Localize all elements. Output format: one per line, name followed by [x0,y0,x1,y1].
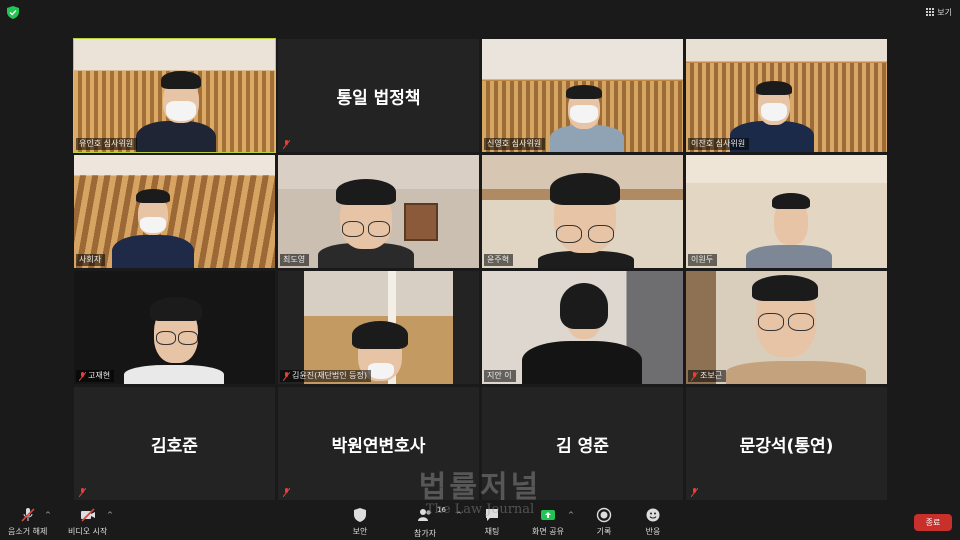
participant-tile-2[interactable]: 통일 법정책 [278,39,479,152]
participant-name-tag: 조보근 [688,370,727,382]
participant-display-name: 문강석(통연) [739,436,834,456]
share-options-caret-icon[interactable]: ^ [568,511,574,519]
security-shield-icon [7,6,19,19]
mic-muted-icon [21,508,35,522]
chat-button[interactable]: 채팅 [484,507,500,537]
chat-bubble-icon [486,509,498,521]
mic-muted-icon [79,371,86,381]
participant-display-name: 통일 법정책 [336,88,421,108]
record-icon [596,507,612,523]
share-screen-icon [540,510,555,520]
participant-name-tag: 김윤진(재단법인 등정) [280,370,372,382]
share-screen-button[interactable]: 화면 공유 [532,507,564,537]
participant-name-tag: 이찬호 심사위원 [688,138,750,150]
participants-count: 16 [437,506,446,514]
participant-tile-5[interactable]: 사회자 [74,155,275,268]
start-video-button[interactable]: 비디오 시작 [68,507,107,537]
unmute-button[interactable]: 음소거 해제 [8,507,47,537]
participants-icon [418,509,431,521]
participant-tile-11[interactable]: 지안 이 [482,271,683,384]
end-meeting-button[interactable]: 종료 [914,514,952,531]
participant-name-tag: 윤주혁 [484,254,514,266]
participants-button[interactable]: 16 참가자 [414,506,446,539]
participant-tile-7[interactable]: 윤주혁 [482,155,683,268]
view-button[interactable]: 보기 [926,5,952,19]
mic-muted-icon [691,488,698,497]
security-shield-icon [354,508,366,522]
participant-tile-6[interactable]: 최도영 [278,155,479,268]
participant-name-tag: 지안 이 [484,370,516,382]
participant-display-name: 김호준 [151,436,198,456]
participant-tile-12[interactable]: 조보근 [686,271,887,384]
emoji-reaction-icon [646,508,660,522]
participant-tile-15[interactable]: 김 영준 [482,387,683,500]
mic-muted-icon [691,371,698,381]
participant-display-name: 박원연변호사 [331,436,426,456]
mic-muted-icon [79,488,86,497]
participant-tile-16[interactable]: 문강석(통연) [686,387,887,500]
gallery-grid-icon [926,8,935,16]
reactions-button[interactable]: 반응 [645,507,661,537]
record-button[interactable]: 기록 [596,507,612,537]
security-button[interactable]: 보안 [352,507,368,537]
top-bar: 보기 [0,0,960,26]
mic-muted-icon [283,488,290,497]
participant-tile-3[interactable]: 신영호 심사위원 [482,39,683,152]
participant-tile-8[interactable]: 이원두 [686,155,887,268]
mic-muted-icon [283,140,290,149]
participant-name-tag: 고재현 [76,370,115,382]
participant-display-name: 김 영준 [556,436,609,456]
participant-name-tag: 유인호 심사위원 [76,138,138,150]
video-off-icon [80,508,95,522]
audio-options-caret-icon[interactable]: ^ [45,511,51,519]
participant-tile-9[interactable]: 고재현 [74,271,275,384]
participant-name-tag: 이원두 [688,254,718,266]
participant-name-tag: 최도영 [280,254,310,266]
participant-tile-4[interactable]: 이찬호 심사위원 [686,39,887,152]
participant-tile-14[interactable]: 박원연변호사 [278,387,479,500]
video-options-caret-icon[interactable]: ^ [107,511,113,519]
participant-tile-13[interactable]: 김호준 [74,387,275,500]
participant-tile-10[interactable]: 김윤진(재단법인 등정) [278,271,479,384]
mic-muted-icon [283,371,290,381]
participant-tile-1[interactable]: 유인호 심사위원 [73,38,276,153]
participants-options-caret-icon[interactable]: ^ [456,511,462,519]
meeting-toolbar: 음소거 해제 ^ 비디오 시작 ^ 보안 16 참가자 ^ 채팅 화면 공유 ^… [0,503,960,540]
participant-name-tag: 사회자 [76,254,106,266]
participant-name-tag: 신영호 심사위원 [484,138,546,150]
view-label: 보기 [937,7,952,17]
